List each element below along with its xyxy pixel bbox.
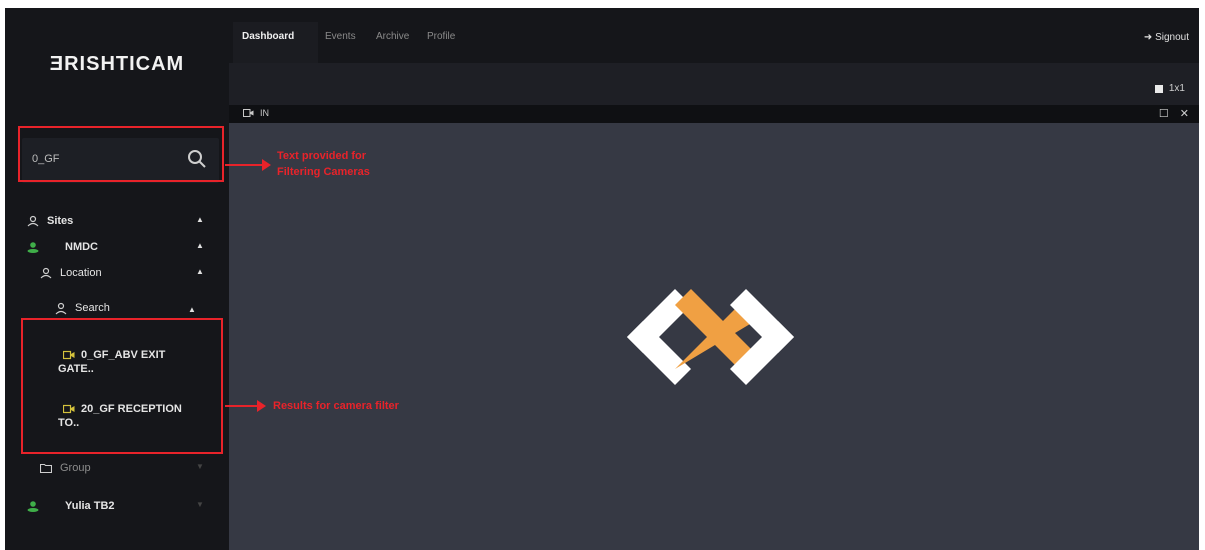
search-annotation: Text provided for Filtering Cameras xyxy=(277,148,370,180)
tree-item-location[interactable]: Location xyxy=(40,263,102,283)
location-pin-icon xyxy=(55,302,67,314)
caret-up-icon[interactable]: ▲ xyxy=(196,267,204,276)
camera-name: IN xyxy=(260,108,269,118)
app-logo: ƎRISHTICAM xyxy=(49,52,185,75)
search-highlight-box xyxy=(18,126,224,182)
signout-button[interactable]: ➜ Signout xyxy=(1144,32,1189,43)
signout-label: Signout xyxy=(1155,32,1189,43)
camera-icon xyxy=(243,109,254,117)
caret-down-icon[interactable]: ▼ xyxy=(196,500,204,509)
sidebar: ƎRISHTICAM 0_GF Sites ▲ NMDC ▲ Location … xyxy=(5,8,229,550)
annotation-line: Text provided for xyxy=(277,150,367,162)
signout-icon: ➜ xyxy=(1143,32,1153,43)
grid-square-icon xyxy=(1154,84,1163,93)
site-icon xyxy=(27,242,39,253)
camera-panel-title: IN xyxy=(243,108,269,118)
tree-item-site[interactable]: Yulia TB2 xyxy=(27,496,115,516)
camera-viewport[interactable] xyxy=(229,123,1199,550)
tab-events[interactable]: Events xyxy=(325,31,356,42)
caret-up-icon[interactable]: ▲ xyxy=(188,305,196,314)
results-annotation: Results for camera filter xyxy=(273,400,399,412)
drishticam-loading-logo xyxy=(627,289,794,385)
tree-item-label: Group xyxy=(60,462,91,474)
tab-profile[interactable]: Profile xyxy=(427,31,455,42)
annotation-arrow xyxy=(225,159,271,171)
top-nav: Dashboard Events Archive Profile ➜ Signo… xyxy=(229,8,1199,63)
tree-item-site[interactable]: NMDC xyxy=(27,237,98,257)
maximize-icon[interactable]: ☐ xyxy=(1159,108,1169,120)
tab-archive[interactable]: Archive xyxy=(376,31,409,42)
tree-item-search[interactable]: Search xyxy=(55,298,110,318)
tree-item-label: Location xyxy=(60,267,102,279)
panel-controls: ☐ ✕ xyxy=(1159,107,1189,120)
caret-down-icon[interactable]: ▼ xyxy=(196,462,204,471)
close-icon[interactable]: ✕ xyxy=(1180,108,1189,120)
tree-item-group[interactable]: Group xyxy=(40,458,91,478)
caret-up-icon[interactable]: ▲ xyxy=(196,241,204,250)
layout-toolbar: 1x1 xyxy=(229,63,1199,105)
main-area: Dashboard Events Archive Profile ➜ Signo… xyxy=(229,8,1199,550)
active-tab-background xyxy=(233,22,318,63)
location-icon xyxy=(40,267,52,279)
annotation-arrow xyxy=(225,400,266,412)
app-window: ƎRISHTICAM 0_GF Sites ▲ NMDC ▲ Location … xyxy=(5,8,1199,550)
camera-panel-header: IN ☐ ✕ xyxy=(229,105,1199,123)
sites-icon xyxy=(27,215,39,227)
tab-dashboard[interactable]: Dashboard xyxy=(242,31,294,42)
tree-item-label: Search xyxy=(75,302,110,314)
tree-item-label: Sites xyxy=(47,215,74,227)
caret-up-icon[interactable]: ▲ xyxy=(196,215,204,224)
layout-label: 1x1 xyxy=(1168,83,1185,94)
results-highlight-box xyxy=(21,318,223,454)
site-icon xyxy=(27,501,39,512)
tree-item-label: NMDC xyxy=(65,241,98,253)
annotation-line: Filtering Cameras xyxy=(277,166,370,178)
layout-1x1-button[interactable]: 1x1 xyxy=(1154,83,1185,94)
tree-item-label: Yulia TB2 xyxy=(65,500,115,512)
folder-icon xyxy=(40,463,52,473)
tree-item-sites[interactable]: Sites xyxy=(27,211,73,231)
